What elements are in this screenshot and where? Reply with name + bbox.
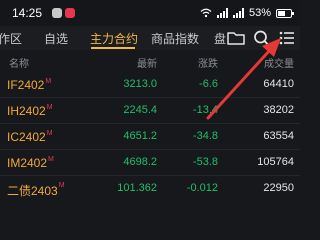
latest-price: 4651.2 (123, 130, 157, 142)
battery-percent: 53% (248, 7, 271, 19)
main-contract-marker: M (58, 182, 65, 189)
table-row[interactable]: IF2402M 3213.0 -6.6 64410 (0, 72, 300, 98)
menu-list-icon[interactable] (277, 29, 297, 47)
status-bar: 14:25 53% (0, 0, 300, 26)
table-header: 名称 最新 涨跌 成交量 (0, 52, 300, 70)
status-time: 14:25 (12, 6, 43, 20)
volume: 38202 (263, 104, 294, 116)
contract-name: IF2402M (7, 78, 52, 92)
tab-main-contracts[interactable]: 主力合约 (90, 30, 138, 47)
table-row[interactable]: 二债2403M 101.362 -0.012 22950 (0, 176, 300, 202)
battery-icon (276, 8, 294, 18)
main-contract-marker: M (45, 78, 52, 85)
folder-icon[interactable] (226, 29, 246, 47)
contract-name: 二债2403M (7, 182, 65, 198)
tab-more[interactable]: 盘 (214, 30, 226, 47)
price-change: -0.012 (186, 182, 218, 194)
main-contract-marker: M (46, 104, 53, 111)
main-contract-marker: M (46, 130, 53, 137)
volume: 63554 (263, 130, 294, 142)
main-contract-marker: M (48, 156, 54, 163)
latest-price: 4698.2 (123, 156, 157, 168)
wifi-icon (200, 8, 212, 18)
header-latest-price[interactable]: 最新 (137, 55, 157, 70)
tab-commodity-index[interactable]: 商品指数 (151, 30, 199, 47)
latest-price: 2245.4 (123, 104, 157, 116)
price-change: -13.4 (192, 104, 218, 116)
search-icon[interactable] (252, 29, 272, 47)
volume: 64410 (263, 78, 294, 90)
tab-watchlist[interactable]: 自选 (44, 30, 68, 47)
volume: 22950 (263, 182, 294, 194)
latest-price: 3213.0 (123, 78, 157, 90)
price-change: -34.8 (192, 130, 218, 142)
price-change: -6.6 (199, 78, 218, 90)
status-indicators: 53% (200, 5, 294, 21)
price-change: -53.8 (192, 156, 218, 168)
tab-workspace[interactable]: 作区 (0, 30, 22, 47)
table-row[interactable]: IM2402M 4698.2 -53.8 105764 (0, 150, 300, 176)
contract-name: IC2402M (7, 130, 53, 144)
app-notification-icon (65, 8, 75, 18)
header-volume[interactable]: 成交量 (264, 55, 294, 70)
signal-2-icon (232, 8, 244, 18)
category-tab-bar: 作区 自选 主力合约 商品指数 盘 (0, 26, 300, 50)
header-name[interactable]: 名称 (9, 55, 29, 70)
active-tab-indicator (91, 47, 135, 49)
volume: 105764 (257, 156, 294, 168)
notification-icon (52, 8, 62, 18)
contract-name: IM2402M (7, 156, 54, 170)
contract-name: IH2402M (7, 104, 53, 118)
signal-icon (216, 8, 228, 18)
table-row[interactable]: IC2402M 4651.2 -34.8 63554 (0, 124, 300, 150)
latest-price: 101.362 (117, 182, 157, 194)
table-row[interactable]: IH2402M 2245.4 -13.4 38202 (0, 98, 300, 124)
header-change[interactable]: 涨跌 (198, 55, 218, 70)
